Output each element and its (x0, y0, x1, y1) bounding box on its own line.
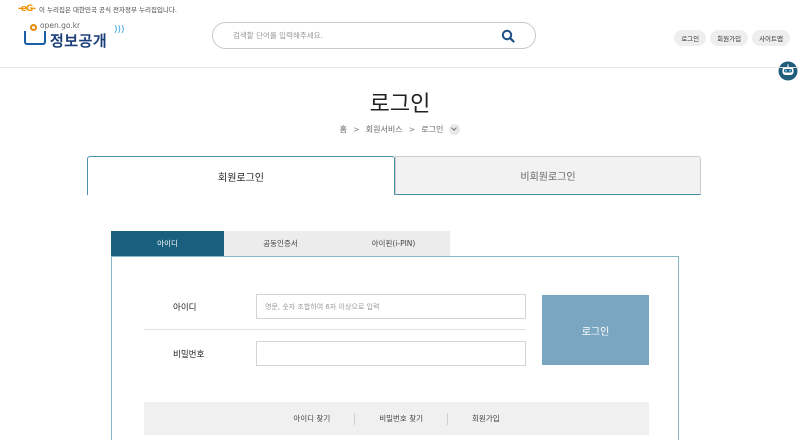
find-id-link[interactable]: 아이디 찾기 (269, 413, 354, 424)
breadcrumb: 홈 > 회원서비스 > 로그인 (0, 124, 800, 135)
gov-banner-text: 이 누리집은 대한민국 공식 전자정부 누리집입니다. (38, 6, 177, 14)
breadcrumb-separator-icon: > (353, 125, 360, 134)
login-link[interactable]: 로그인 (674, 30, 707, 46)
find-password-link[interactable]: 비밀번호 찾기 (355, 413, 447, 424)
breadcrumb-home[interactable]: 홈 (340, 124, 347, 135)
helper-links: 아이디 찾기 비밀번호 찾기 회원가입 (144, 402, 649, 435)
egov-mark: -eG- (18, 4, 36, 14)
tab-member-login[interactable]: 회원로그인 (87, 156, 395, 195)
password-label: 비밀번호 (173, 349, 205, 360)
page-title: 로그인 (369, 92, 431, 117)
tab-guest-login[interactable]: 비회원로그인 (395, 156, 701, 195)
search-bar (212, 22, 536, 49)
tab-id[interactable]: 아이디 (111, 231, 224, 256)
search-icon[interactable] (501, 29, 515, 43)
logo-wave-icon: ))) (114, 25, 125, 35)
login-type-tabs: 회원로그인 비회원로그인 (87, 156, 701, 195)
header-divider (0, 67, 800, 68)
login-button[interactable]: 로그인 (542, 295, 649, 365)
logo-domain: open.go.kr (40, 21, 81, 30)
logo-box-icon (24, 31, 46, 45)
auth-method-tabs: 아이디 공동인증서 아이핀(i-PIN) (111, 231, 450, 256)
sitemap-link[interactable]: 사이트맵 (752, 30, 790, 46)
signup-link-bottom[interactable]: 회원가입 (448, 413, 524, 424)
id-input[interactable] (256, 294, 526, 319)
tab-ipin[interactable]: 아이핀(i-PIN) (337, 231, 450, 256)
signup-link[interactable]: 회원가입 (710, 30, 749, 46)
top-links: 로그인 회원가입 사이트맵 (674, 30, 790, 46)
robot-icon[interactable] (778, 61, 798, 81)
id-row: 아이디 (144, 294, 526, 319)
breadcrumb-member-service[interactable]: 회원서비스 (366, 124, 403, 135)
logo-name: 정보공개 (50, 32, 108, 50)
row-divider (144, 329, 526, 330)
search-input[interactable] (213, 31, 493, 40)
gov-banner: -eG- 이 누리집은 대한민국 공식 전자정부 누리집입니다. (18, 3, 177, 15)
id-label: 아이디 (173, 302, 197, 313)
chevron-down-icon[interactable] (449, 124, 461, 135)
logo-circle-icon (30, 24, 37, 31)
breadcrumb-separator-icon: > (408, 125, 416, 134)
tab-certificate[interactable]: 공동인증서 (224, 231, 337, 256)
password-input[interactable] (256, 341, 526, 366)
password-row: 비밀번호 (144, 341, 526, 366)
site-logo[interactable]: open.go.kr 정보공개 ))) (24, 21, 125, 50)
login-panel: 아이디 비밀번호 로그인 아이디 찾기 비밀번호 찾기 회원가입 (111, 256, 679, 440)
breadcrumb-current: 로그인 (421, 125, 444, 134)
